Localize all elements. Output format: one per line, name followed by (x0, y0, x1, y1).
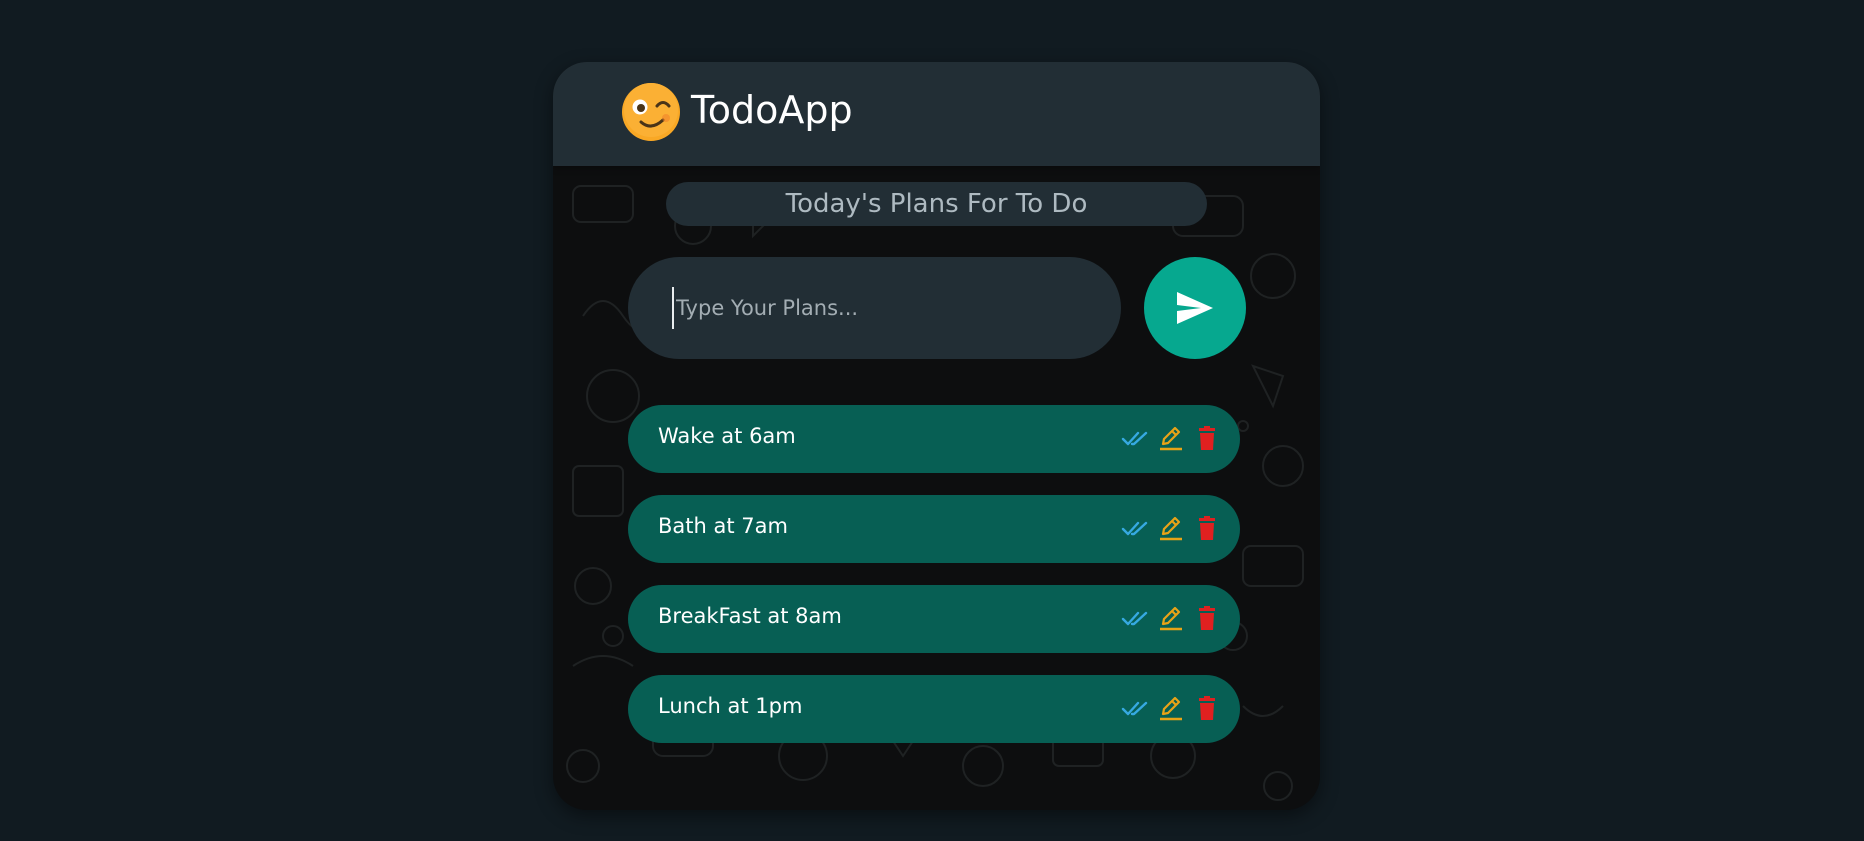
pencil-icon[interactable] (1157, 604, 1185, 632)
pencil-icon[interactable] (1157, 694, 1185, 722)
trash-icon[interactable] (1193, 424, 1221, 452)
double-check-icon[interactable] (1121, 604, 1149, 632)
winking-face-emoji-icon (622, 83, 680, 141)
todo-actions (1113, 604, 1221, 632)
page-subtitle: Today's Plans For To Do (666, 182, 1207, 226)
todo-actions (1113, 694, 1221, 722)
todo-item-text: Wake at 6am (658, 424, 796, 448)
todo-item-text: Bath at 7am (658, 514, 788, 538)
send-button[interactable] (1144, 257, 1246, 359)
todo-item: Lunch at 1pm (628, 675, 1240, 743)
trash-icon[interactable] (1193, 514, 1221, 542)
todo-actions (1113, 424, 1221, 452)
todo-app-card: TodoApp Today's Plans For To Do Type You… (553, 62, 1320, 810)
todo-actions (1113, 514, 1221, 542)
double-check-icon[interactable] (1121, 514, 1149, 542)
todo-item-text: Lunch at 1pm (658, 694, 803, 718)
todo-list: Wake at 6am Bath at 7am BreakFast at 8am… (628, 405, 1240, 765)
todo-item: Bath at 7am (628, 495, 1240, 563)
app-header: TodoApp (553, 62, 1320, 166)
double-check-icon[interactable] (1121, 424, 1149, 452)
todo-item: BreakFast at 8am (628, 585, 1240, 653)
send-arrow-icon (1177, 292, 1213, 324)
todo-item-text: BreakFast at 8am (658, 604, 842, 628)
pencil-icon[interactable] (1157, 514, 1185, 542)
plan-input-container (628, 257, 1121, 359)
plan-input[interactable] (672, 287, 1096, 329)
trash-icon[interactable] (1193, 604, 1221, 632)
pencil-icon[interactable] (1157, 424, 1185, 452)
double-check-icon[interactable] (1121, 694, 1149, 722)
todo-item: Wake at 6am (628, 405, 1240, 473)
trash-icon[interactable] (1193, 694, 1221, 722)
app-title: TodoApp (691, 88, 853, 132)
